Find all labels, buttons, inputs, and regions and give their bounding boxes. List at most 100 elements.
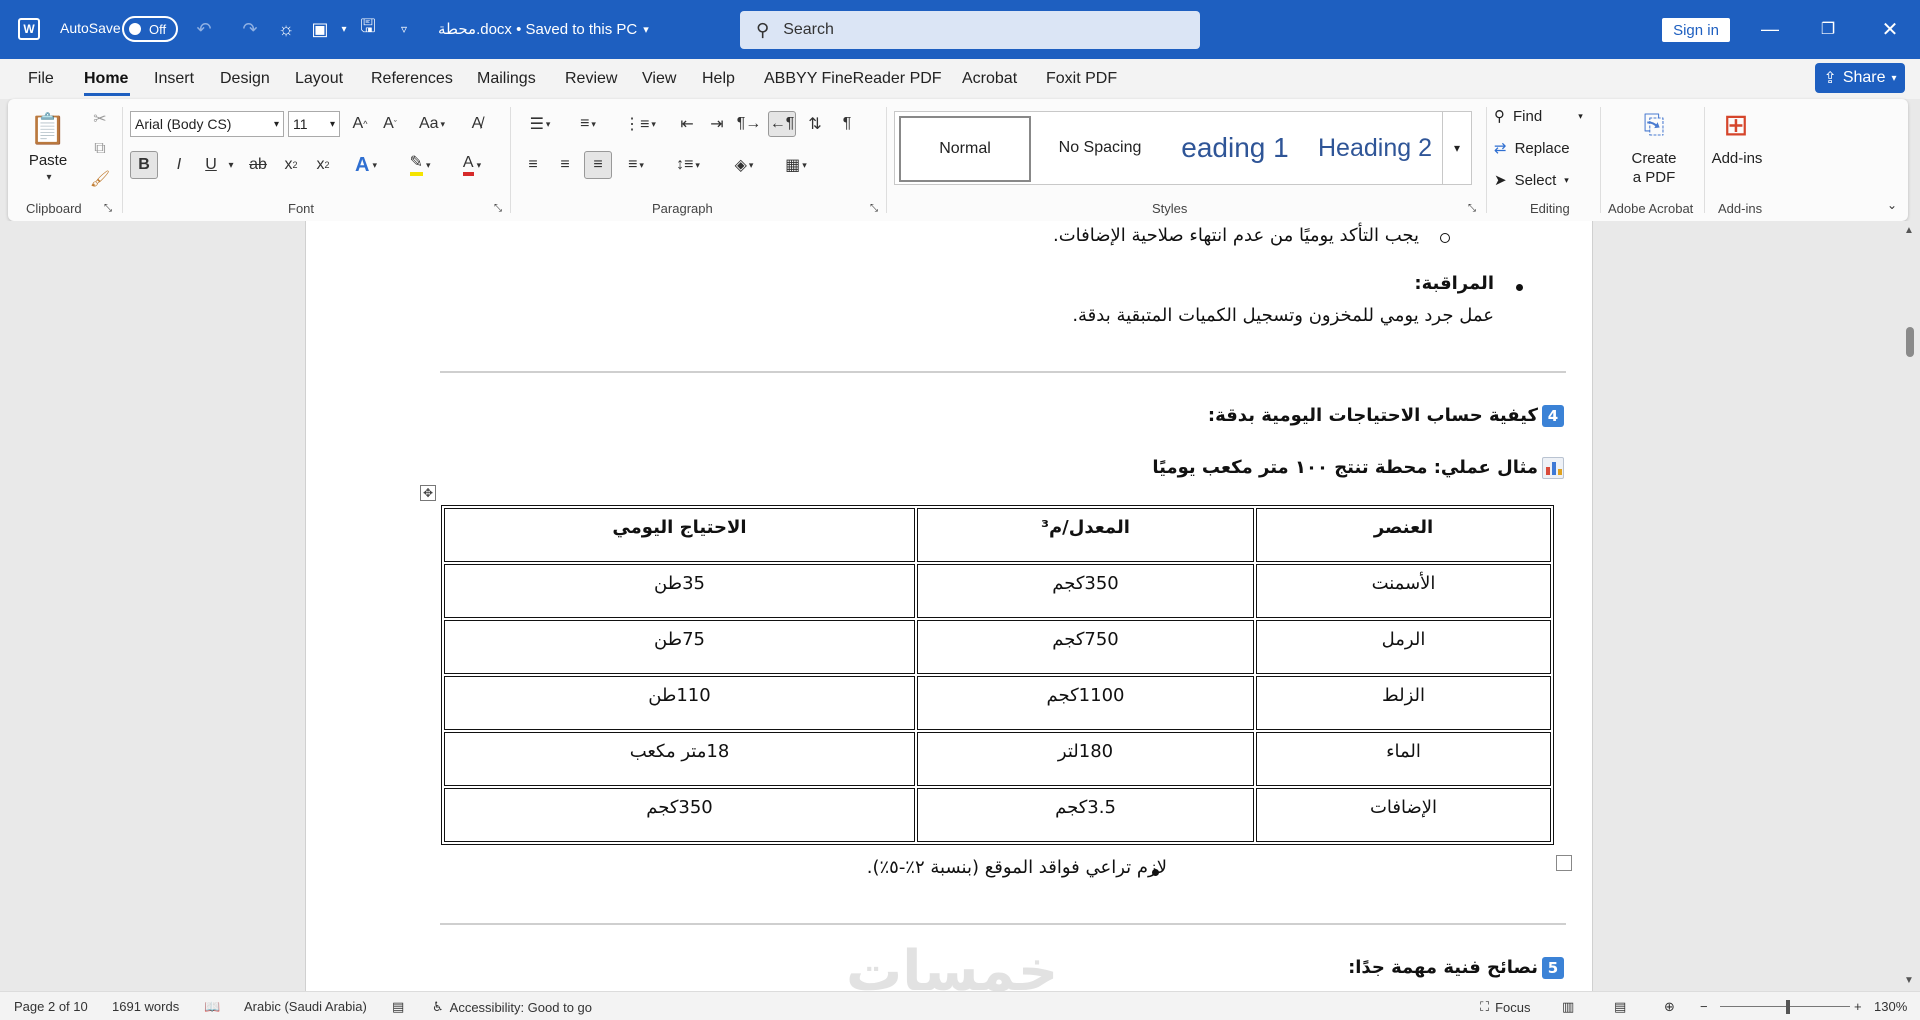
- style-heading-2[interactable]: Heading 2: [1305, 112, 1445, 184]
- sign-in-button[interactable]: Sign in: [1662, 18, 1730, 42]
- find-button[interactable]: ⚲ Find ▾: [1494, 107, 1583, 126]
- table-cell[interactable]: 180لتر: [917, 732, 1254, 786]
- dialog-launcher-icon[interactable]: ⤡: [102, 202, 114, 214]
- tab-file[interactable]: File: [28, 70, 54, 88]
- table-cell[interactable]: 110طن: [444, 676, 915, 730]
- tab-abbyy[interactable]: ABBYY FineReader PDF: [764, 70, 942, 88]
- tab-design[interactable]: Design: [220, 70, 270, 88]
- vertical-scrollbar[interactable]: ▲ ▼: [1900, 221, 1920, 991]
- rtl-direction-icon[interactable]: ←¶: [768, 111, 796, 137]
- web-layout-icon[interactable]: ⊕: [1664, 999, 1675, 1015]
- sort-icon[interactable]: ⇅: [802, 111, 828, 137]
- bold-button[interactable]: B: [130, 151, 158, 179]
- tab-acrobat[interactable]: Acrobat: [962, 70, 1017, 88]
- text-effects-icon[interactable]: A ▾: [346, 151, 386, 179]
- add-ins-button[interactable]: Add-ins: [1702, 149, 1772, 168]
- dialog-launcher-icon[interactable]: ⤡: [1466, 202, 1478, 214]
- table-cell[interactable]: 75طن: [444, 620, 915, 674]
- grow-font-icon[interactable]: A ^: [346, 111, 374, 137]
- accessibility-status[interactable]: ♿ Accessibility: Good to go: [432, 999, 592, 1015]
- numbering-icon[interactable]: ≡ ▾: [568, 111, 608, 137]
- table-cell[interactable]: الزلط: [1256, 676, 1551, 730]
- tab-mailings[interactable]: Mailings: [477, 70, 536, 88]
- zoom-level[interactable]: 130%: [1874, 999, 1907, 1014]
- multilevel-list-icon[interactable]: ⋮≡ ▾: [620, 111, 660, 137]
- table-move-handle-icon[interactable]: ✥: [420, 485, 436, 501]
- style-normal[interactable]: Normal: [899, 116, 1031, 182]
- tab-references[interactable]: References: [371, 70, 453, 88]
- brightness-icon[interactable]: ☼: [274, 17, 298, 41]
- search-input[interactable]: ⚲ Search: [740, 11, 1200, 49]
- zoom-slider-thumb[interactable]: [1786, 1000, 1790, 1014]
- autosave-toggle[interactable]: Off: [122, 16, 178, 42]
- customize-toolbar-icon[interactable]: ▿: [392, 17, 416, 41]
- decrease-indent-icon[interactable]: ⇤: [674, 111, 700, 137]
- create-pdf-button[interactable]: Create a PDF: [1618, 149, 1690, 187]
- style-no-spacing[interactable]: No Spacing: [1035, 112, 1165, 184]
- tab-foxit[interactable]: Foxit PDF: [1046, 70, 1117, 88]
- tab-help[interactable]: Help: [702, 70, 735, 88]
- increase-indent-icon[interactable]: ⇥: [704, 111, 730, 137]
- clear-formatting-icon[interactable]: A̸: [464, 111, 490, 137]
- tab-layout[interactable]: Layout: [295, 70, 343, 88]
- bullets-icon[interactable]: ☰ ▾: [520, 111, 560, 137]
- table-header-cell[interactable]: الاحتياج اليومي: [444, 508, 915, 562]
- scroll-up-icon[interactable]: ▲: [1904, 225, 1914, 236]
- subscript-button[interactable]: x2: [278, 151, 304, 179]
- highlight-color-icon[interactable]: ✎ ▾: [400, 151, 440, 179]
- table-cell[interactable]: 350كجم: [917, 564, 1254, 618]
- replace-button[interactable]: ⇄ Replace: [1494, 139, 1570, 158]
- italic-button[interactable]: I: [166, 151, 192, 179]
- table-header-cell[interactable]: المعدل/م³: [917, 508, 1254, 562]
- strikethrough-button[interactable]: ab: [244, 151, 272, 179]
- borders-icon[interactable]: ▦ ▾: [776, 151, 816, 179]
- read-mode-icon[interactable]: ▥: [1562, 999, 1574, 1015]
- create-pdf-icon[interactable]: ⎘: [1638, 107, 1670, 143]
- language-indicator[interactable]: Arabic (Saudi Arabia): [244, 999, 367, 1014]
- table-cell[interactable]: 18متر مكعب: [444, 732, 915, 786]
- document-page[interactable]: يجب التأكد يوميًا من عدم انتهاء صلاحية ا…: [305, 221, 1593, 991]
- macro-icon[interactable]: ▤: [392, 999, 404, 1015]
- table-resize-handle[interactable]: [1556, 855, 1572, 871]
- line-spacing-icon[interactable]: ↕≡ ▾: [668, 151, 708, 179]
- word-count[interactable]: 1691 words: [112, 999, 179, 1014]
- table-cell[interactable]: الماء: [1256, 732, 1551, 786]
- tab-view[interactable]: View: [642, 70, 676, 88]
- justify-icon[interactable]: ≡ ▾: [616, 151, 656, 179]
- scroll-thumb[interactable]: [1906, 327, 1914, 357]
- chevron-down-icon[interactable]: ▾: [42, 171, 56, 183]
- table-cell[interactable]: الأسمنت: [1256, 564, 1551, 618]
- print-layout-icon[interactable]: ▤: [1614, 999, 1626, 1015]
- zoom-in-icon[interactable]: +: [1854, 999, 1862, 1014]
- dialog-launcher-icon[interactable]: ⤡: [492, 202, 504, 214]
- add-ins-icon[interactable]: ⊞: [1718, 107, 1754, 143]
- font-name-select[interactable]: Arial (Body CS) ▾: [130, 111, 284, 137]
- style-heading-1[interactable]: eading 1: [1167, 112, 1303, 184]
- change-case-icon[interactable]: Aa ▾: [412, 111, 452, 137]
- table-header-cell[interactable]: العنصر: [1256, 508, 1551, 562]
- font-size-select[interactable]: 11 ▾: [288, 111, 340, 137]
- tab-review[interactable]: Review: [565, 70, 617, 88]
- save-icon[interactable]: 🖫: [356, 16, 380, 41]
- table-cell[interactable]: 350كجم: [444, 788, 915, 842]
- minimize-icon[interactable]: —: [1750, 14, 1790, 44]
- superscript-button[interactable]: x2: [310, 151, 336, 179]
- restore-icon[interactable]: ❐: [1808, 14, 1848, 44]
- shading-icon[interactable]: ◈ ▾: [724, 151, 764, 179]
- align-center-icon[interactable]: ≡: [552, 151, 578, 179]
- scroll-down-icon[interactable]: ▼: [1904, 975, 1914, 986]
- table-cell[interactable]: 3.5كجم: [917, 788, 1254, 842]
- styles-more-icon[interactable]: ▾: [1442, 111, 1472, 185]
- page-count[interactable]: Page 2 of 10: [14, 999, 88, 1014]
- close-icon[interactable]: ✕: [1870, 14, 1910, 44]
- chevron-down-icon[interactable]: ▾: [332, 17, 356, 41]
- document-title[interactable]: محطة.docx • Saved to this PC ▾: [438, 20, 649, 38]
- proofing-icon[interactable]: 📖: [204, 999, 220, 1015]
- redo-icon[interactable]: ↷: [238, 17, 262, 41]
- zoom-slider-track[interactable]: [1720, 1006, 1850, 1007]
- table-cell[interactable]: الرمل: [1256, 620, 1551, 674]
- tab-insert[interactable]: Insert: [154, 70, 194, 88]
- cut-icon[interactable]: ✂: [88, 107, 112, 131]
- select-button[interactable]: ➤ Select ▾: [1494, 171, 1569, 190]
- chevron-down-icon[interactable]: ▾: [224, 151, 238, 179]
